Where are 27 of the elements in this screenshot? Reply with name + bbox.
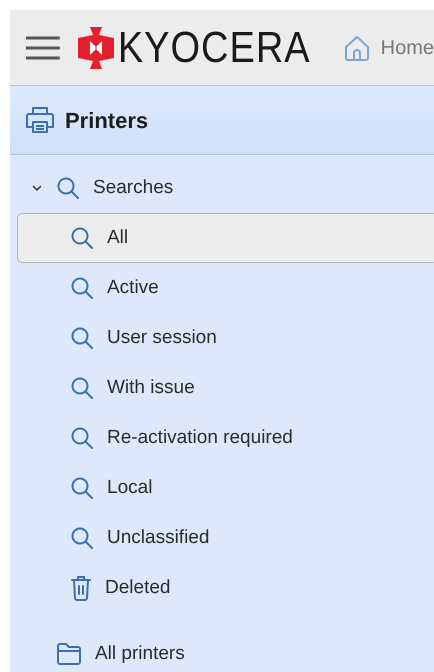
tree-item[interactable]: With issue: [17, 363, 434, 413]
folder-icon: [56, 642, 82, 666]
search-icon: [70, 476, 94, 500]
printer-icon: [25, 106, 55, 134]
tree-item[interactable]: Local: [17, 463, 434, 513]
tree-item[interactable]: All printers: [17, 629, 434, 672]
search-icon: [70, 426, 94, 450]
search-icon: [70, 276, 94, 300]
tree-item[interactable]: User session: [17, 313, 434, 363]
tree-item[interactable]: Active: [17, 263, 434, 313]
search-icon: [56, 176, 80, 200]
tree-item[interactable]: All: [17, 213, 434, 263]
home-link[interactable]: Home: [342, 32, 434, 62]
search-icon: [70, 526, 94, 550]
menu-icon[interactable]: [25, 34, 61, 60]
search-icon: [70, 376, 94, 400]
brand-logo: KYOCERA: [118, 26, 311, 70]
tree-item[interactable]: Re-activation required: [17, 413, 434, 463]
logo-mark-icon: [78, 26, 114, 68]
tree-item[interactable]: Searches: [17, 163, 434, 213]
tree-item[interactable]: Unclassified: [17, 513, 434, 563]
search-icon: [70, 226, 94, 250]
tree-item[interactable]: Deleted: [17, 563, 434, 613]
home-icon: [342, 34, 371, 62]
search-icon: [70, 326, 94, 350]
trash-icon: [70, 575, 92, 601]
panel-title: Printers: [65, 106, 148, 134]
